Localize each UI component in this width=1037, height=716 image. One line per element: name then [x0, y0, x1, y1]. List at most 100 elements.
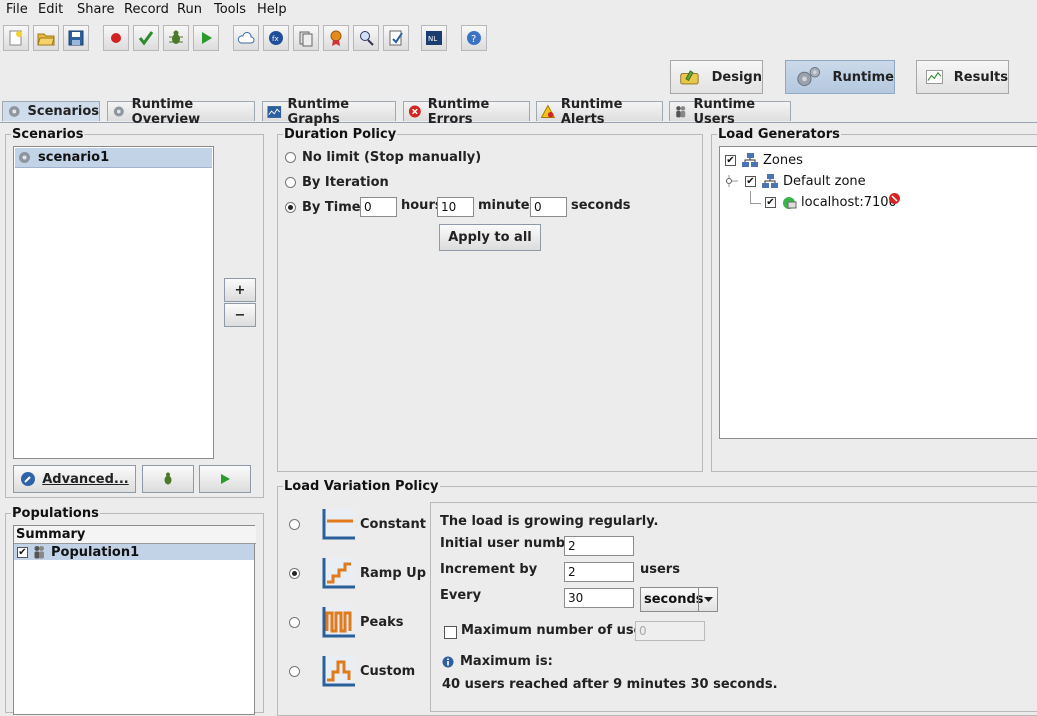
runtime-mode-button[interactable]: Runtime [785, 60, 895, 94]
tab-scenarios[interactable]: Scenarios [2, 101, 100, 121]
by-iteration-radio[interactable] [285, 177, 296, 188]
scenario-list[interactable]: scenario1 [13, 146, 214, 459]
localhost-label: localhost:7100 [801, 195, 897, 210]
gear-icon [8, 106, 20, 117]
populations-title: Populations [11, 506, 100, 521]
by-time-label: By Time: [302, 200, 366, 215]
variables-icon: fx [269, 31, 283, 45]
tree-toggle-icon[interactable] [724, 175, 738, 187]
load-generators-tree: ✔ Zones ✔ Default zone ✔ localhost:7100 [719, 146, 1037, 439]
bug-icon [164, 472, 172, 485]
load-generators-title: Load Generators [717, 127, 841, 142]
default-zone-checkbox[interactable]: ✔ [745, 176, 756, 187]
menu-record[interactable]: Record [124, 2, 169, 17]
peaks-load-icon [322, 607, 355, 638]
neoload-button[interactable]: NL [421, 25, 447, 51]
cloud-icon [237, 32, 255, 44]
every-input[interactable] [564, 588, 634, 608]
results-mode-button[interactable]: Results [916, 60, 1009, 94]
apply-to-all-button[interactable]: Apply to all [439, 224, 541, 251]
increment-input[interactable] [564, 562, 634, 582]
sla-button[interactable] [323, 25, 349, 51]
check-button[interactable] [133, 25, 159, 51]
minutes-label: minutes [478, 198, 538, 213]
design-label: Design [711, 69, 762, 85]
peaks-label: Peaks [360, 615, 404, 630]
open-project-button[interactable] [33, 25, 59, 51]
gear-icon [19, 152, 30, 163]
gear-icon [113, 106, 124, 117]
seconds-input[interactable] [530, 197, 567, 217]
menu-run[interactable]: Run [177, 2, 202, 17]
graph-icon [267, 105, 282, 118]
search-button[interactable] [353, 25, 379, 51]
remove-scenario-button[interactable]: − [224, 303, 256, 327]
design-mode-button[interactable]: Design [670, 60, 763, 94]
run-scenario-button[interactable] [199, 465, 251, 493]
tab-runtime-errors[interactable]: Runtime Errors [403, 97, 530, 127]
tab-runtime-graphs[interactable]: Runtime Graphs [262, 97, 396, 127]
dropdown-arrow-button[interactable] [698, 588, 718, 611]
zones-checkbox[interactable]: ✔ [725, 155, 736, 166]
menu-help[interactable]: Help [257, 2, 287, 17]
every-unit-select[interactable]: seconds [640, 587, 718, 612]
peaks-radio[interactable] [289, 617, 300, 628]
servers-button[interactable] [293, 25, 319, 51]
advanced-button[interactable]: Advanced... [13, 465, 136, 493]
menu-bar: File Edit Share Record Run Tools Help [0, 0, 1037, 20]
list-item[interactable]: scenario1 [15, 148, 212, 168]
tab-runtime-users[interactable]: Runtime Users [669, 97, 791, 127]
seconds-label: seconds [571, 198, 631, 213]
new-project-button[interactable] [3, 25, 29, 51]
tab-label: Runtime Alerts [560, 96, 623, 127]
tab-label: Runtime Users [693, 96, 756, 127]
help-button[interactable]: ? [461, 25, 487, 51]
new-file-icon [9, 30, 22, 46]
menu-file[interactable]: File [6, 2, 28, 17]
results-chart-icon [926, 70, 943, 84]
record-icon [111, 33, 121, 43]
hours-input[interactable] [360, 197, 397, 217]
bug-icon [169, 30, 183, 44]
scenarios-title: Scenarios [11, 127, 85, 142]
constant-radio[interactable] [289, 519, 300, 530]
minutes-input[interactable] [437, 197, 474, 217]
record-button[interactable] [103, 25, 129, 51]
tab-runtime-alerts[interactable]: Runtime Alerts [536, 97, 663, 127]
localhost-checkbox[interactable]: ✔ [765, 197, 776, 208]
menu-share[interactable]: Share [77, 2, 115, 17]
by-time-radio[interactable] [285, 202, 296, 213]
svg-text:NL: NL [428, 35, 437, 43]
debug-button[interactable] [163, 25, 189, 51]
population-checkbox[interactable]: ✔ [17, 546, 28, 558]
custom-radio[interactable] [289, 666, 300, 677]
every-label: Every [440, 588, 482, 603]
ramp-up-radio[interactable] [289, 568, 300, 579]
cloud-button[interactable] [233, 25, 259, 51]
play-button[interactable] [193, 25, 219, 51]
initial-user-input[interactable] [564, 536, 634, 556]
tab-runtime-overview[interactable]: Runtime Overview [107, 97, 255, 127]
max-users-input[interactable] [635, 621, 705, 641]
gears-icon [797, 67, 821, 87]
custom-label: Custom [360, 664, 416, 679]
no-limit-radio[interactable] [285, 152, 296, 163]
menu-edit[interactable]: Edit [38, 2, 63, 17]
validate-button[interactable] [383, 25, 409, 51]
remove-label: − [234, 307, 246, 323]
constant-label: Constant [360, 517, 426, 532]
debug-scenario-button[interactable] [142, 465, 194, 493]
add-scenario-button[interactable]: + [224, 278, 256, 302]
menu-tools[interactable]: Tools [214, 2, 246, 17]
tab-label: Scenarios [27, 104, 99, 119]
policy-description: The load is growing regularly. [440, 514, 659, 529]
save-button[interactable] [63, 25, 89, 51]
settings-wrench-icon [21, 472, 36, 486]
variables-button[interactable]: fx [263, 25, 289, 51]
tab-bar: Scenarios Runtime Overview Runtime Graph… [0, 97, 1037, 127]
population-icon [34, 546, 44, 559]
max-users-checkbox[interactable] [444, 626, 457, 639]
info-icon [442, 656, 454, 668]
table-row[interactable]: ✔ Population1 [14, 544, 254, 560]
network-icon [742, 153, 758, 167]
